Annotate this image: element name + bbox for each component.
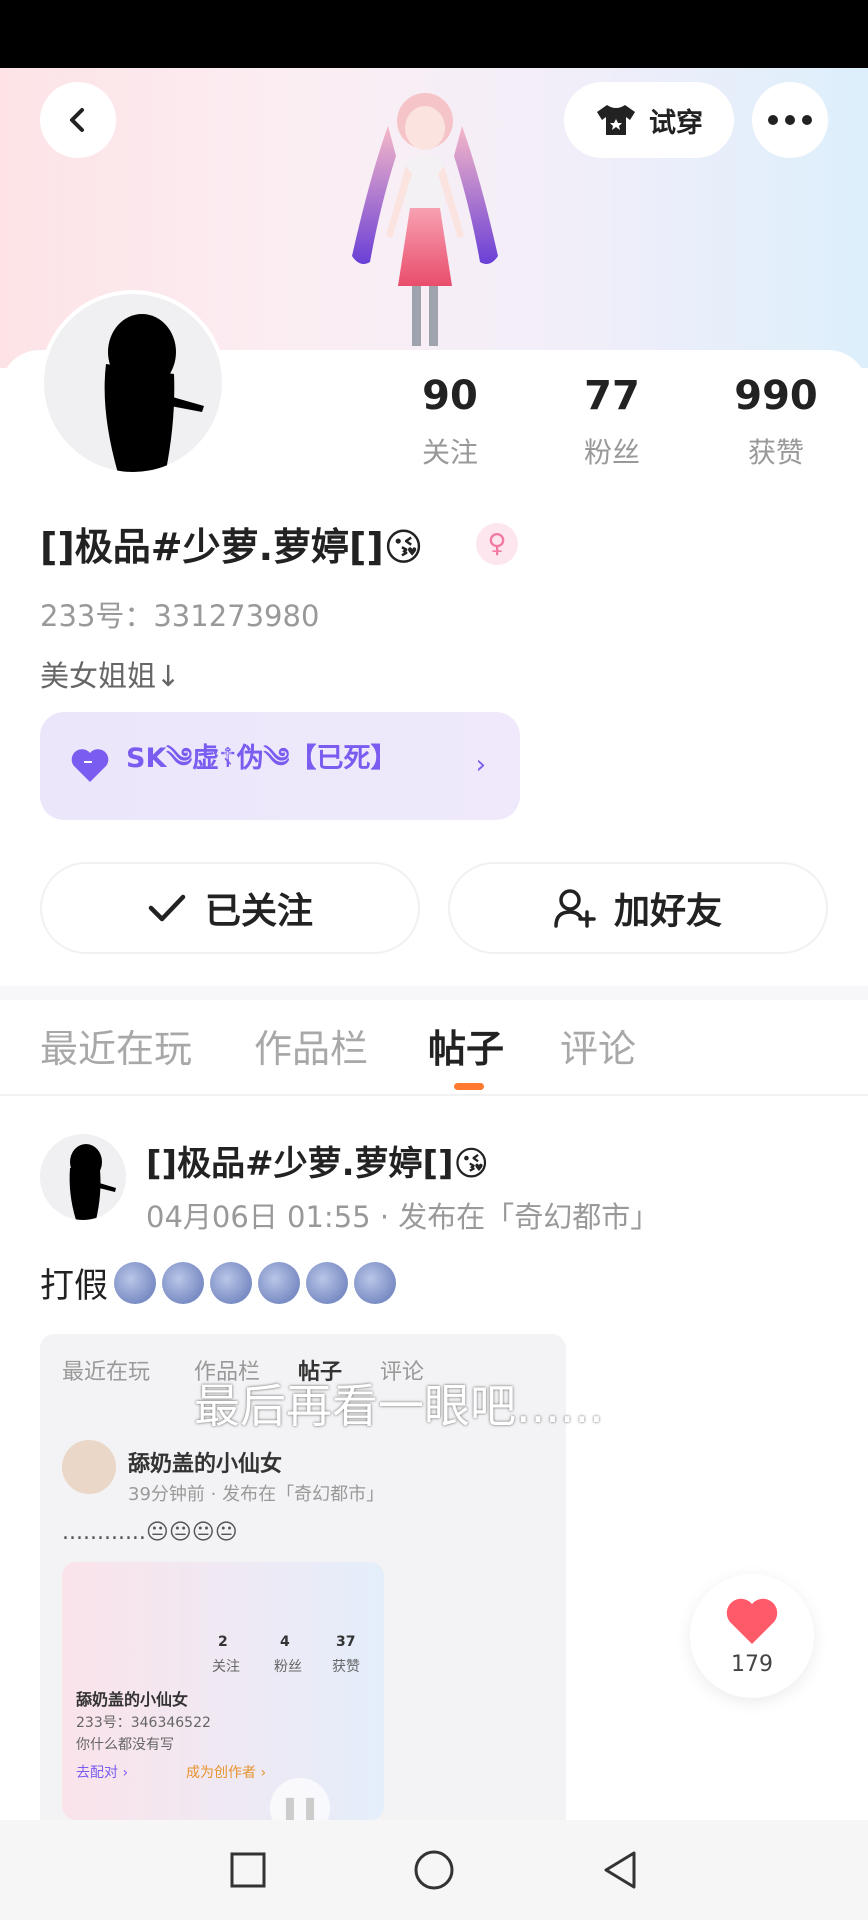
embedded-bio: 你什么都没有写 [76, 1737, 174, 1753]
triangle-back-icon [604, 1851, 636, 1889]
heart-icon [726, 1598, 778, 1644]
section-divider [0, 986, 868, 1000]
embedded-stat-label: 关注 [212, 1659, 240, 1675]
embedded-profile-card: 2 关注 4 粉丝 37 获赞 舔奶盖的小仙女 233号：346346522 你… [62, 1562, 384, 1820]
moon-emoji-icon [354, 1261, 396, 1304]
stat-label: 获赞 [747, 436, 804, 469]
circle-icon [414, 1850, 454, 1890]
add-user-icon [554, 889, 596, 928]
embedded-uid: 233号：346346522 [76, 1715, 211, 1731]
active-tab-indicator [454, 1083, 484, 1090]
heart-icon [71, 749, 109, 782]
embedded-stat-value: 4 [280, 1634, 290, 1650]
embedded-avatar [62, 1440, 116, 1494]
tab-works[interactable]: 作品栏 [254, 1018, 368, 1073]
square-icon [230, 1852, 266, 1888]
stat-label: 关注 [421, 436, 478, 469]
stat-value: 990 [734, 373, 818, 419]
video-caption: 最后再看一眼吧...... [194, 1379, 604, 1433]
silhouette-avatar-image [104, 314, 204, 472]
embedded-text: ............😐😐😐😐 [62, 1520, 238, 1545]
embedded-stat-label: 粉丝 [274, 1659, 302, 1675]
status-bar [0, 0, 868, 68]
embedded-stat-value: 37 [336, 1634, 356, 1650]
home-button[interactable] [408, 1844, 460, 1896]
tab-recently-played[interactable]: 最近在玩 [40, 1018, 192, 1073]
embedded-stat-label: 获赞 [332, 1659, 360, 1675]
recent-apps-button[interactable] [222, 1844, 274, 1896]
followed-button[interactable]: 已关注 [40, 862, 420, 954]
embedded-name: 舔奶盖的小仙女 [76, 1690, 189, 1709]
post-text-content: 打假 [40, 1266, 108, 1306]
embedded-btn: 成为创作者 › [186, 1765, 267, 1781]
female-gender-icon: ♀ [476, 523, 518, 565]
check-icon [148, 894, 186, 922]
club-badge[interactable]: SK༄虚☦伪༄【已死】 › [40, 712, 520, 820]
stat-following[interactable]: 90 关注 [380, 373, 520, 471]
like-button[interactable]: 179 [690, 1574, 814, 1698]
back-button[interactable] [40, 82, 116, 158]
tab-posts[interactable]: 帖子 [428, 1018, 504, 1073]
chevron-left-icon [70, 108, 84, 132]
user-id[interactable]: 233号：331273980 [40, 593, 319, 635]
stat-likes[interactable]: 990 获赞 [706, 373, 846, 471]
tab-comments[interactable]: 评论 [560, 1018, 636, 1073]
embedded-author: 舔奶盖的小仙女 [128, 1452, 283, 1477]
profile-bio: 美女姐姐↓ [40, 659, 181, 693]
silhouette-avatar-image [69, 1144, 116, 1220]
avatar[interactable] [40, 290, 226, 476]
tshirt-icon [597, 105, 635, 135]
profile-tabs: 最近在玩 作品栏 帖子 评论 [0, 1018, 868, 1100]
add-friend-button[interactable]: 加好友 [448, 862, 828, 954]
stat-followers[interactable]: 77 粉丝 [542, 373, 682, 471]
embedded-meta: 39分钟前 · 发布在「奇幻都市」 [128, 1484, 385, 1505]
like-count: 179 [731, 1651, 773, 1677]
more-dots-icon [768, 115, 812, 125]
embedded-stat-value: 2 [218, 1634, 228, 1650]
profile-page: 试穿 90 关注 77 粉丝 990 获赞 []极品#少萝.萝婷[]😘 ♀ 23… [0, 68, 868, 1820]
system-nav-bar [0, 1820, 868, 1920]
moon-emoji-icon [210, 1261, 252, 1304]
back-nav-button[interactable] [594, 1844, 646, 1896]
post-author-avatar[interactable] [40, 1134, 126, 1220]
post-author-name[interactable]: []极品#少萝.萝婷[]😘 [146, 1136, 489, 1185]
moon-emoji-icon [306, 1261, 348, 1304]
post-text: 打假 [40, 1258, 396, 1307]
add-friend-label: 加好友 [613, 891, 722, 932]
moon-emoji-icon [114, 1261, 156, 1304]
stat-label: 粉丝 [583, 436, 640, 469]
stat-value: 77 [584, 373, 640, 419]
tabs-divider [0, 1094, 868, 1096]
profile-nickname: []极品#少萝.萝婷[]😘 [40, 525, 424, 569]
embedded-btn: 去配对 › [76, 1765, 129, 1781]
avatar-3d-figure[interactable] [340, 86, 510, 356]
moon-emoji-icon [258, 1261, 300, 1304]
embedded-tab: 最近在玩 [62, 1360, 151, 1385]
chevron-right-icon: › [475, 750, 486, 780]
try-on-label: 试穿 [649, 107, 703, 139]
club-name: SK༄虚☦伪༄【已死】 [126, 743, 398, 774]
moon-emoji-icon [162, 1261, 204, 1304]
stat-value: 90 [422, 373, 478, 419]
post-meta: 04月06日 01:55 · 发布在「奇幻都市」 [146, 1200, 660, 1234]
try-on-button[interactable]: 试穿 [564, 82, 734, 158]
followed-label: 已关注 [204, 891, 313, 932]
more-button[interactable] [752, 82, 828, 158]
